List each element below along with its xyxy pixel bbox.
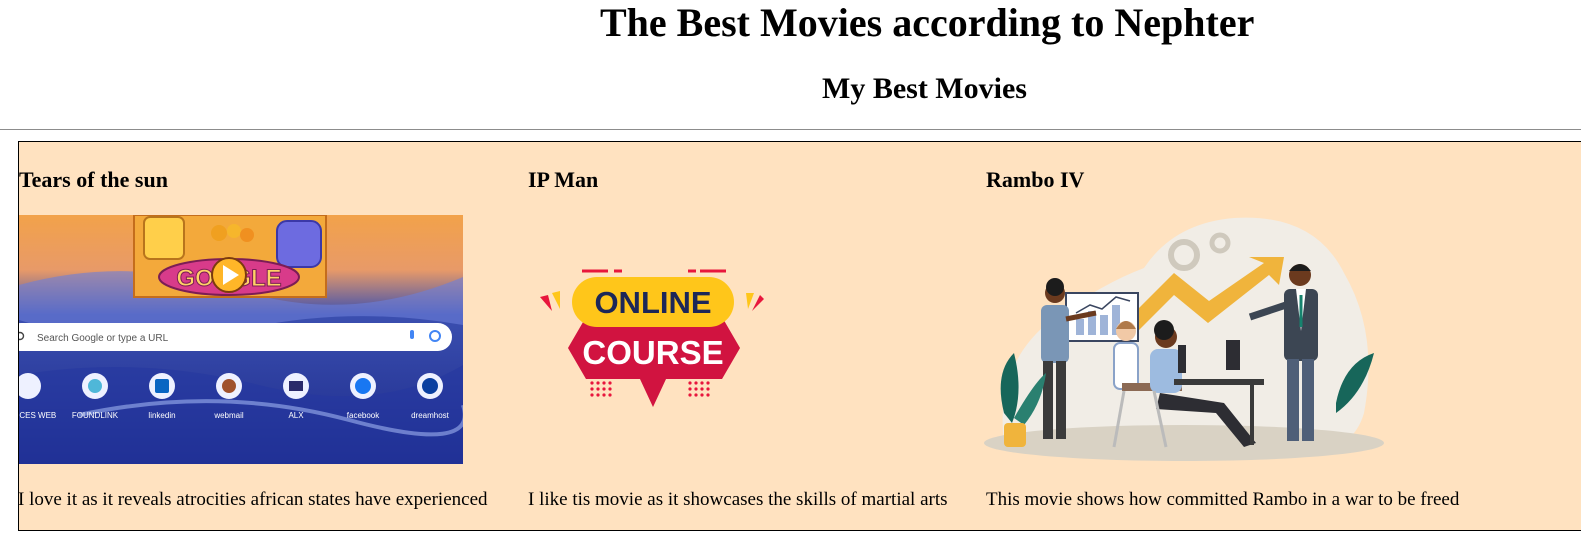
shortcut-label: ALX bbox=[288, 411, 304, 420]
shortcut-label: facebook bbox=[347, 411, 380, 420]
movie-image-tears-of-the-sun: GOOGLE Search Google or type a URL PICES… bbox=[19, 215, 463, 464]
search-placeholder: Search Google or type a URL bbox=[37, 333, 169, 344]
shortcut-label: PICES WEB bbox=[19, 411, 56, 420]
movie-description-ip-man: I like tis movie as it showcases the ski… bbox=[528, 489, 948, 510]
movie-image-rambo-iv bbox=[984, 213, 1386, 465]
movie-title-ip-man: IP Man bbox=[528, 167, 599, 192]
movie-description-tears-of-the-sun: I love it as it reveals atrocities afric… bbox=[18, 489, 488, 510]
movie-title-tears-of-the-sun: Tears of the sun bbox=[19, 167, 168, 192]
movie-title-rambo-iv: Rambo IV bbox=[986, 167, 1085, 192]
movie-image-ip-man: ONLINE COURSE bbox=[538, 265, 768, 410]
horizontal-divider bbox=[0, 129, 1581, 130]
section-title: My Best Movies bbox=[822, 72, 1027, 105]
page-title: The Best Movies according to Nephter bbox=[600, 0, 1255, 45]
shortcut-label: dreamhost bbox=[411, 411, 450, 420]
shortcut-label: linkedin bbox=[148, 411, 175, 420]
shortcut-label: webmail bbox=[213, 411, 244, 420]
business-presentation-illustration bbox=[984, 217, 1384, 461]
shortcut-label: FOUNDLINK bbox=[72, 411, 119, 420]
course-line2: COURSE bbox=[582, 334, 723, 371]
movie-description-rambo-iv: This movie shows how committed Rambo in … bbox=[986, 489, 1460, 510]
course-line1: ONLINE bbox=[594, 285, 711, 320]
